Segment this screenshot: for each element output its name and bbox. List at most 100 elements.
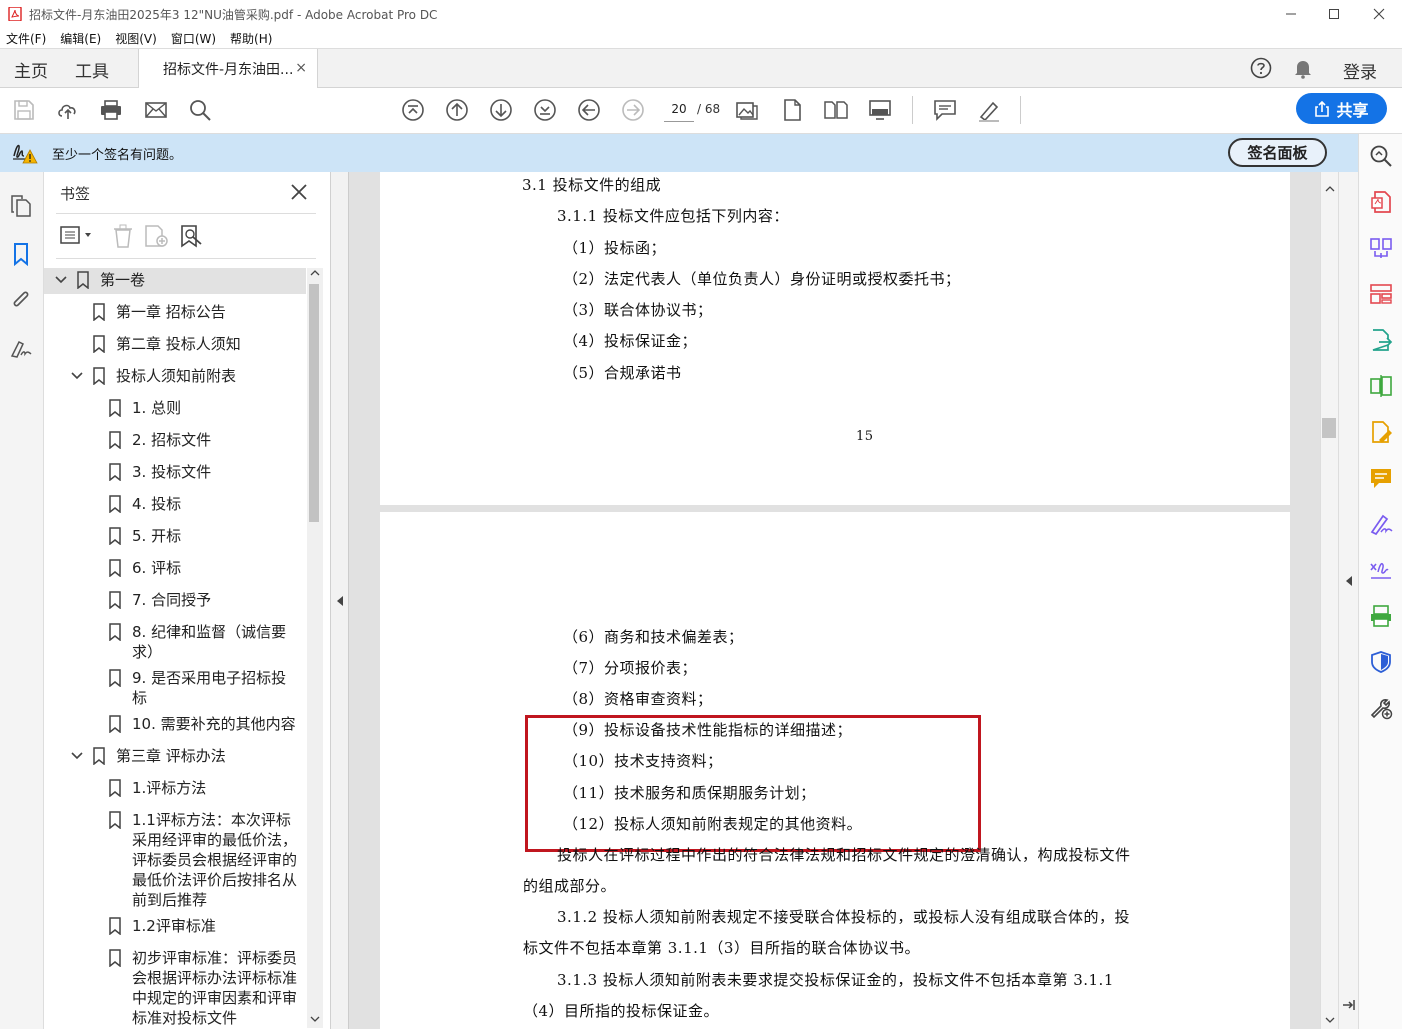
bookmark-icon bbox=[93, 303, 105, 321]
signature-panel-icon[interactable] bbox=[9, 336, 33, 360]
upload-cloud-button[interactable] bbox=[56, 98, 80, 122]
chevron-down-icon[interactable] bbox=[70, 749, 84, 763]
bookmark-icon bbox=[109, 917, 121, 935]
combine-files-icon[interactable] bbox=[1369, 236, 1393, 260]
first-page-button[interactable] bbox=[401, 98, 425, 122]
previous-page-button[interactable] bbox=[445, 98, 469, 122]
request-signature-icon[interactable] bbox=[1369, 558, 1393, 582]
zoom-icon[interactable] bbox=[1369, 144, 1393, 168]
document-text-line: （2）法定代表人（单位负责人）身份证明或授权委托书； bbox=[563, 270, 961, 288]
expand-tools-icon[interactable] bbox=[1342, 998, 1356, 1012]
last-page-button[interactable] bbox=[533, 98, 557, 122]
panel-divider-2 bbox=[56, 258, 316, 259]
tab-home[interactable]: 主页 bbox=[14, 57, 48, 82]
edit-pdf-icon[interactable] bbox=[1369, 420, 1393, 444]
email-button[interactable] bbox=[144, 98, 168, 122]
share-button[interactable]: 共享 bbox=[1296, 93, 1387, 124]
bookmark-icon bbox=[109, 527, 121, 545]
bookmark-icon bbox=[109, 495, 121, 513]
new-bookmark-icon[interactable] bbox=[144, 224, 170, 248]
panel-divider bbox=[56, 213, 316, 214]
share-label: 共享 bbox=[1336, 100, 1369, 120]
scan-ocr-icon[interactable] bbox=[1369, 604, 1393, 628]
menu-view[interactable]: 视图(V) bbox=[115, 30, 157, 47]
bookmark-panel-icon[interactable] bbox=[9, 242, 33, 266]
bookmark-options-icon[interactable] bbox=[60, 224, 96, 246]
fill-sign-icon[interactable] bbox=[1369, 512, 1393, 536]
find-bookmark-icon[interactable] bbox=[179, 224, 205, 248]
signature-panel-button[interactable]: 签名面板 bbox=[1228, 138, 1327, 167]
doc-scroll-down-icon[interactable] bbox=[1325, 1015, 1335, 1025]
protect-shield-icon[interactable] bbox=[1369, 650, 1393, 674]
tab-tools[interactable]: 工具 bbox=[75, 57, 109, 82]
monitor-icon bbox=[869, 100, 891, 120]
attachment-icon[interactable] bbox=[9, 288, 33, 312]
menu-window[interactable]: 窗口(W) bbox=[171, 30, 216, 47]
menu-help[interactable]: 帮助(H) bbox=[230, 30, 272, 47]
close-icon bbox=[1373, 8, 1385, 20]
collapse-left-panel-button[interactable] bbox=[331, 172, 349, 1029]
first-page-icon bbox=[402, 99, 424, 121]
compare-files-icon[interactable] bbox=[1369, 374, 1393, 398]
save-icon bbox=[14, 100, 34, 120]
draw-button[interactable] bbox=[977, 98, 1001, 122]
signature-warning-icon bbox=[13, 144, 38, 164]
minimize-button[interactable] bbox=[1268, 0, 1314, 28]
page-image-icon bbox=[736, 102, 758, 120]
print-button[interactable] bbox=[99, 98, 123, 122]
next-page-button[interactable] bbox=[489, 98, 513, 122]
bookmark-label: 9. 是否采用电子招标投标 bbox=[132, 669, 287, 707]
comment-icon bbox=[934, 100, 956, 121]
chevron-down-icon[interactable] bbox=[54, 273, 68, 287]
bookmark-label: 3. 投标文件 bbox=[132, 463, 212, 481]
more-tools-icon[interactable] bbox=[1369, 696, 1393, 720]
menu-edit[interactable]: 编辑(E) bbox=[60, 30, 101, 47]
reading-mode-button[interactable] bbox=[735, 98, 759, 122]
scroll-down-icon[interactable] bbox=[310, 1014, 320, 1024]
search-button[interactable] bbox=[188, 98, 212, 122]
bookmark-label: 8. 纪律和监督（诚信要求） bbox=[132, 623, 287, 661]
close-panel-icon[interactable] bbox=[289, 182, 309, 202]
envelope-icon bbox=[145, 102, 167, 118]
arrow-right-circle-icon bbox=[622, 99, 644, 121]
collapse-right-panel-button[interactable] bbox=[1338, 172, 1358, 1029]
maximize-button[interactable] bbox=[1311, 0, 1357, 28]
document-scrollbar[interactable] bbox=[1320, 172, 1338, 1029]
signature-message: 至少一个签名有问题。 bbox=[52, 148, 183, 163]
page-number-input[interactable]: 20 bbox=[664, 96, 694, 122]
notification-bell-icon[interactable] bbox=[1292, 57, 1314, 79]
scroll-up-icon[interactable] bbox=[310, 268, 320, 278]
page-thumbnails-icon[interactable] bbox=[9, 194, 33, 218]
share-icon bbox=[1315, 100, 1330, 117]
help-icon[interactable] bbox=[1250, 57, 1272, 79]
doc-scroll-up-icon[interactable] bbox=[1325, 184, 1335, 194]
document-text-line: （9）投标设备技术性能指标的详细描述； bbox=[563, 721, 853, 739]
arrow-up-circle-icon bbox=[446, 99, 468, 121]
next-view-button[interactable] bbox=[621, 98, 645, 122]
menu-file[interactable]: 文件(F) bbox=[6, 30, 46, 47]
bookmark-item[interactable]: 第一卷 bbox=[44, 268, 306, 294]
create-pdf-icon[interactable] bbox=[1369, 190, 1393, 214]
single-page-button[interactable] bbox=[780, 98, 804, 122]
login-link[interactable]: 登录 bbox=[1343, 58, 1377, 83]
chevron-down-icon[interactable] bbox=[70, 369, 84, 383]
bookmark-list: 第一卷 第一章 招标公告 第二章 投标人须知 投标人须知前附表 1. 总则 2. 招标文件… bbox=[44, 268, 306, 1028]
previous-view-button[interactable] bbox=[577, 98, 601, 122]
presentation-mode-button[interactable] bbox=[868, 98, 892, 122]
bookmark-scroll-thumb[interactable] bbox=[309, 284, 319, 522]
delete-bookmark-icon[interactable] bbox=[112, 224, 134, 248]
comment-button[interactable] bbox=[933, 98, 957, 122]
document-text-line: （12）投标人须知前附表规定的其他资料。 bbox=[563, 815, 863, 833]
export-pdf-icon[interactable] bbox=[1369, 328, 1393, 352]
close-tab-button[interactable]: × bbox=[295, 60, 307, 76]
bookmark-label: 5. 开标 bbox=[132, 527, 182, 545]
tab-document[interactable]: 招标文件-月东油田... × bbox=[138, 49, 318, 88]
two-page-button[interactable] bbox=[824, 98, 848, 122]
save-button[interactable] bbox=[12, 98, 36, 122]
close-window-button[interactable] bbox=[1356, 0, 1402, 28]
document-scroll-thumb[interactable] bbox=[1322, 418, 1336, 438]
arrow-left-circle-icon bbox=[578, 99, 600, 121]
comment-tool-icon[interactable] bbox=[1369, 466, 1393, 490]
toolbar-divider bbox=[912, 96, 913, 124]
organize-pages-icon[interactable] bbox=[1369, 282, 1393, 306]
